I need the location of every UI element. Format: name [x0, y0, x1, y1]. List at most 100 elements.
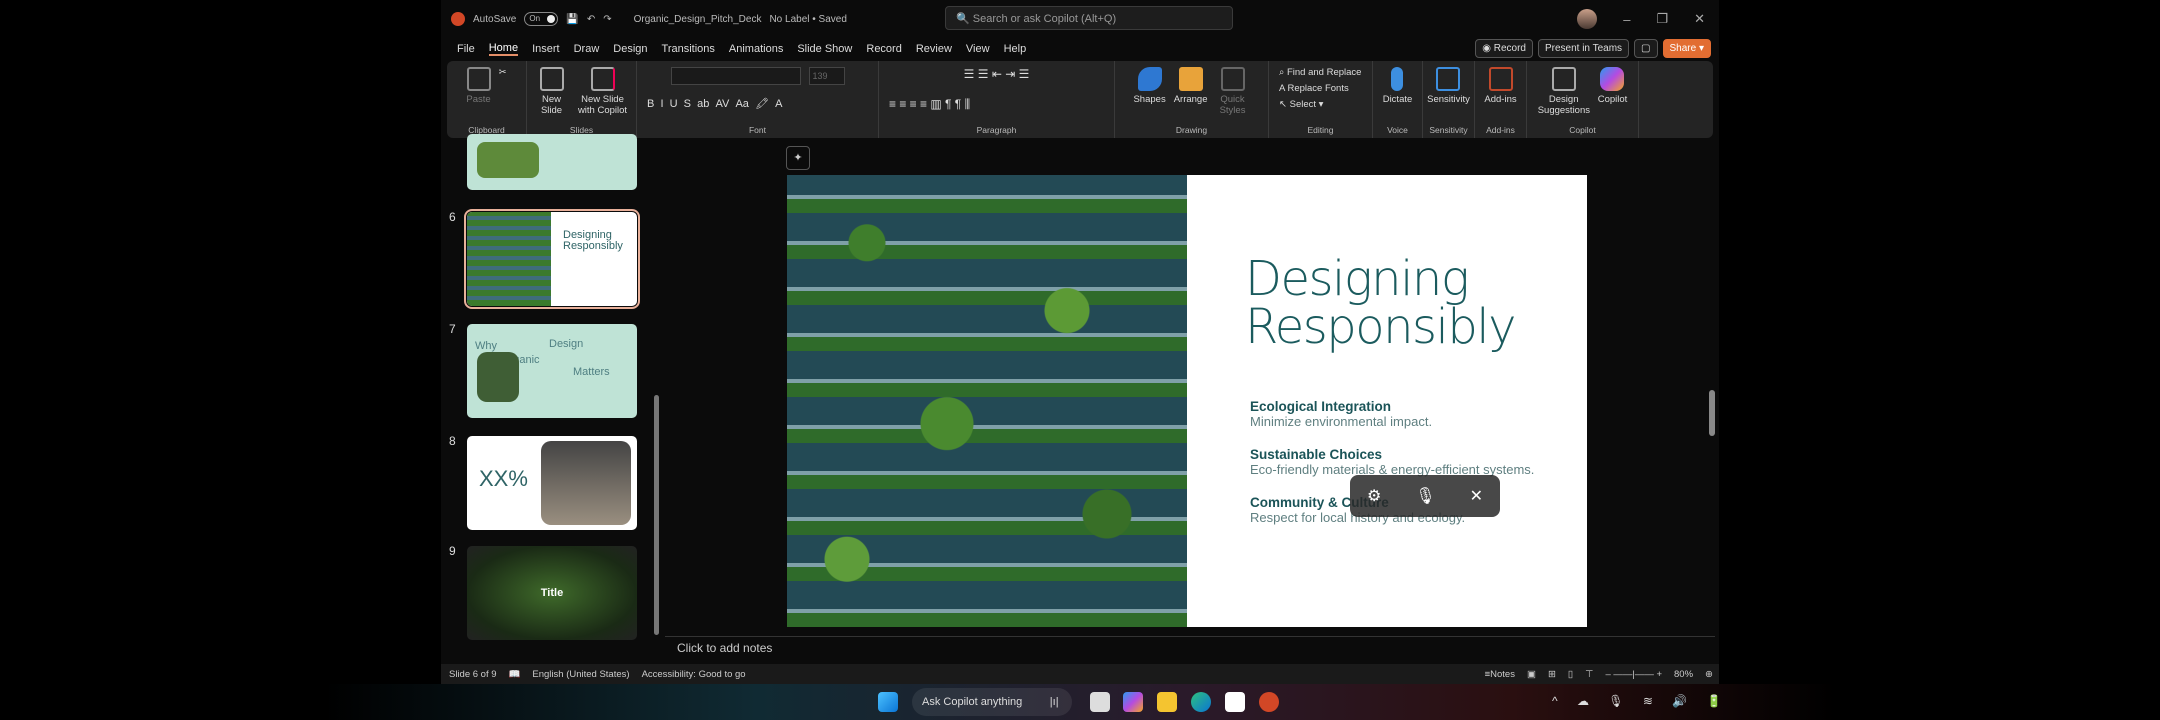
font-format-buttons[interactable]: B I U S ab AV Aa 🖍 A [647, 97, 782, 110]
thumb-text: Design [549, 338, 584, 350]
slide-thumbnail-8[interactable]: XX% [467, 436, 637, 530]
new-slide-icon [539, 67, 564, 91]
file-name[interactable]: Organic_Design_Pitch_Deck [634, 14, 762, 25]
tab-home[interactable]: Home [488, 42, 519, 56]
minimize-icon[interactable]: – [1623, 12, 1630, 27]
shapes-button[interactable]: Shapes [1133, 67, 1166, 105]
undo-icon[interactable]: ↶ [587, 14, 595, 25]
task-view-icon[interactable] [1090, 692, 1110, 712]
cut-icon[interactable]: ✂ [499, 67, 507, 78]
font-size-select[interactable]: 139 [808, 67, 845, 85]
list-buttons[interactable]: ☰ ☰ ⇤ ⇥ ☰ [964, 67, 1030, 81]
normal-view-icon[interactable]: ▣ [1527, 669, 1536, 680]
scrollbar-thumb[interactable] [1709, 390, 1715, 436]
slide-thumbnail-9[interactable]: Title [467, 546, 637, 640]
ask-copilot-box[interactable]: Ask Copilot anything |ı| [912, 688, 1072, 716]
slide-thumbnail-5[interactable] [467, 134, 637, 190]
sensitivity-button[interactable]: Sensitivity [1427, 67, 1470, 105]
accessibility-status[interactable]: Accessibility: Good to go [642, 669, 746, 680]
system-tray[interactable]: ^ ☁ 🎙 ≋ 🔊 🔋 [1552, 694, 1729, 708]
find-replace-button[interactable]: ⌕ Find and Replace [1279, 67, 1361, 78]
addins-label: Add-ins [1486, 125, 1515, 135]
avatar[interactable] [1577, 9, 1598, 29]
tab-animations[interactable]: Animations [729, 43, 783, 55]
notes-button[interactable]: ≡Notes [1485, 669, 1515, 680]
file-explorer-icon[interactable] [1157, 692, 1177, 712]
design-suggestions-button[interactable]: Design Suggestions [1538, 67, 1590, 116]
copilot-app-icon[interactable] [1123, 692, 1143, 712]
align-buttons[interactable]: ≡ ≡ ≡ ≡ ▥ ¶ ¶ ⫼ [889, 97, 970, 112]
tab-record[interactable]: Record [866, 43, 901, 55]
record-button[interactable]: ◉ Record [1475, 39, 1533, 58]
language-status[interactable]: English (United States) [532, 669, 629, 680]
new-slide-label: New Slide [540, 94, 563, 116]
powerpoint-taskbar-icon[interactable] [1259, 692, 1279, 712]
find-label: Find and Replace [1286, 67, 1362, 78]
tab-draw[interactable]: Draw [574, 43, 600, 55]
slide-body[interactable]: Ecological Integration Minimize environme… [1250, 399, 1534, 543]
save-icon[interactable]: 💾 [566, 14, 578, 25]
drawing-group: Shapes Arrange Quick Styles Drawing [1115, 61, 1269, 138]
tab-transitions[interactable]: Transitions [662, 43, 715, 55]
tab-insert[interactable]: Insert [532, 43, 560, 55]
addins-icon [1488, 67, 1513, 91]
redo-icon[interactable]: ↷ [603, 14, 611, 25]
clipboard-group: Paste ✂ Clipboard [447, 61, 527, 138]
fit-to-window-icon[interactable]: ⊕ [1705, 669, 1713, 680]
font-name-select[interactable] [670, 67, 801, 85]
close-icon[interactable]: ✕ [1470, 486, 1483, 506]
copilot-button[interactable]: Copilot [1598, 67, 1627, 105]
select-button[interactable]: ↖ Select ▾ [1279, 99, 1323, 110]
tab-help[interactable]: Help [1004, 43, 1027, 55]
editing-group: ⌕ Find and Replace A Replace Fonts ↖ Selec… [1269, 61, 1373, 138]
tab-view[interactable]: View [966, 43, 990, 55]
slide-thumbnail-7[interactable]: Why Organic Design Matters [467, 324, 637, 418]
close-icon[interactable]: ✕ [1694, 11, 1705, 27]
arrange-button[interactable]: Arrange [1174, 67, 1208, 105]
new-slide-copilot-label: New Slide with Copilot [577, 94, 628, 116]
new-slide-button[interactable]: New Slide [535, 67, 569, 116]
dictate-button[interactable]: Dictate [1383, 67, 1412, 105]
zoom-slider[interactable]: – ——|—— + [1605, 669, 1662, 680]
green-building-image[interactable] [787, 175, 1187, 627]
restore-icon[interactable]: ❐ [1656, 11, 1668, 27]
thumbnail-scrollbar[interactable] [654, 395, 659, 635]
thumb-title-line2: Responsibly [563, 240, 623, 252]
zoom-level[interactable]: 80% [1674, 669, 1693, 680]
store-icon[interactable] [1225, 692, 1245, 712]
edge-icon[interactable] [1191, 692, 1211, 712]
comments-button[interactable]: ▢ [1634, 39, 1658, 58]
slide-sorter-icon[interactable]: ⊞ [1548, 669, 1556, 680]
thumbnail-image [541, 441, 631, 525]
sensitivity-label[interactable]: No Label • Saved [769, 14, 846, 25]
quick-styles-button[interactable]: Quick Styles [1216, 67, 1250, 116]
autosave-toggle[interactable]: On [524, 12, 559, 26]
slide-thumbnail-6[interactable]: Designing Responsibly [464, 209, 640, 309]
windows-start-icon[interactable] [878, 692, 898, 712]
slide-title[interactable]: Designing Responsibly [1245, 255, 1517, 351]
powerpoint-window: AutoSave On 💾 ↶ ↷ Organic_Design_Pitch_D… [441, 0, 1719, 684]
slideshow-icon[interactable]: ⊤ [1585, 669, 1593, 680]
item-description: Minimize environmental impact. [1250, 414, 1433, 429]
notes-input[interactable]: Click to add notes [665, 636, 1715, 660]
reading-view-icon[interactable]: ▯ [1568, 669, 1573, 680]
tab-review[interactable]: Review [916, 43, 952, 55]
present-in-teams-button[interactable]: Present in Teams [1537, 39, 1630, 58]
paste-button[interactable]: Paste [466, 67, 491, 105]
spelling-icon[interactable]: 📖 [509, 669, 521, 680]
replace-fonts-button[interactable]: A Replace Fonts [1279, 83, 1349, 94]
settings-gear-icon[interactable]: ⚙ [1367, 486, 1381, 506]
new-slide-copilot-button[interactable]: New Slide with Copilot [577, 67, 629, 116]
ask-copilot-text: Ask Copilot anything [922, 696, 1023, 708]
search-input[interactable]: 🔍 Search or ask Copilot (Alt+Q) [945, 6, 1233, 30]
microphone-icon[interactable]: 🎙 [1415, 486, 1435, 506]
share-button[interactable]: Share ▾ [1662, 39, 1711, 58]
designer-icon[interactable]: ✦ [786, 146, 810, 170]
autosave-label: AutoSave [473, 13, 517, 25]
slide-scrollbar[interactable] [1709, 140, 1715, 630]
tab-slide-show[interactable]: Slide Show [797, 43, 852, 55]
tab-design[interactable]: Design [613, 43, 647, 55]
addins-button[interactable]: Add-ins [1484, 67, 1517, 105]
slide-canvas[interactable]: Designing Responsibly Ecological Integrat… [787, 175, 1587, 627]
tab-file[interactable]: File [457, 43, 475, 55]
